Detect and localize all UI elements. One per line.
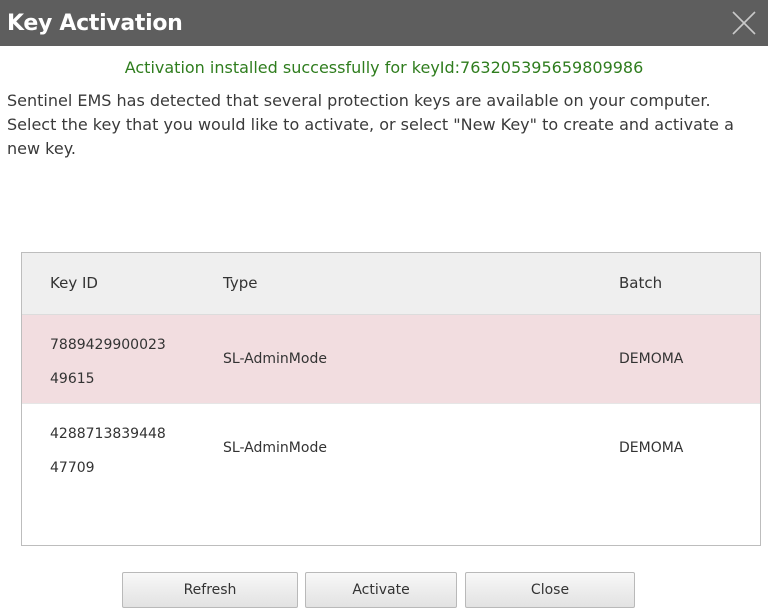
table-header: Key ID Type Batch — [22, 253, 760, 315]
dialog-titlebar: Key Activation — [0, 0, 768, 46]
key-id-cell: 4288713839448 47709 — [50, 417, 210, 485]
close-button[interactable]: Close — [465, 572, 635, 608]
key-id-line: 47709 — [50, 460, 95, 476]
key-id-cell: 7889429900023 49615 — [50, 328, 210, 396]
column-header-batch[interactable]: Batch — [619, 274, 662, 292]
dialog-title: Key Activation — [7, 10, 183, 36]
batch-cell: DEMOMA — [619, 351, 684, 367]
table-row[interactable]: 7889429900023 49615 SL-AdminMode DEMOMA — [22, 315, 760, 403]
close-icon[interactable] — [730, 9, 758, 37]
type-cell: SL-AdminMode — [223, 440, 327, 456]
activate-button[interactable]: Activate — [305, 572, 457, 608]
key-id-line: 49615 — [50, 371, 95, 387]
column-header-type[interactable]: Type — [223, 274, 257, 292]
type-cell: SL-AdminMode — [223, 351, 327, 367]
refresh-button[interactable]: Refresh — [122, 572, 298, 608]
keys-table: Key ID Type Batch 7889429900023 49615 SL… — [21, 252, 761, 546]
table-row[interactable]: 4288713839448 47709 SL-AdminMode DEMOMA — [22, 403, 760, 491]
key-id-line: 7889429900023 — [50, 337, 166, 353]
success-message: Activation installed successfully for ke… — [124, 58, 644, 77]
column-header-key-id[interactable]: Key ID — [50, 274, 98, 292]
description-text: Sentinel EMS has detected that several p… — [7, 91, 734, 158]
batch-cell: DEMOMA — [619, 440, 684, 456]
key-id-line: 4288713839448 — [50, 426, 166, 442]
